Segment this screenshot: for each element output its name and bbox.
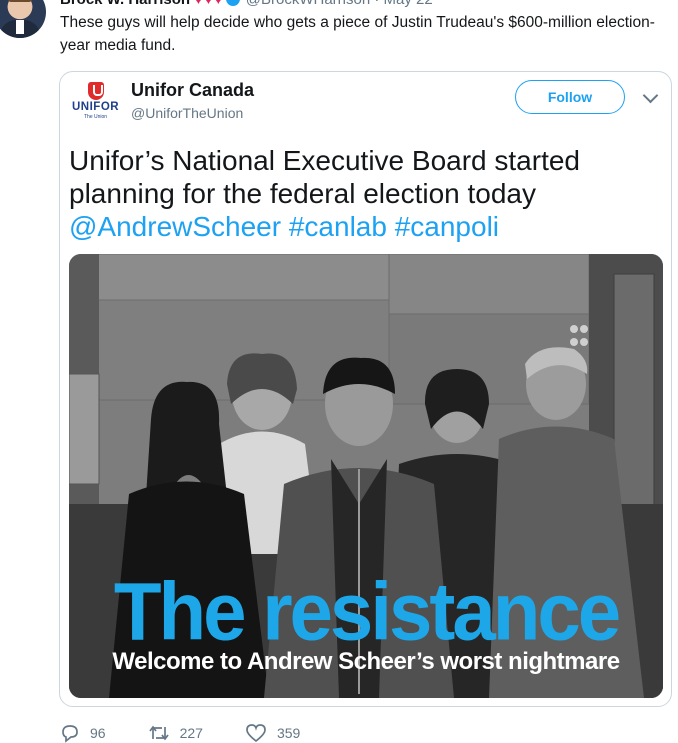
quoted-text-main: Unifor’s National Executive Board starte… [69, 145, 580, 209]
quoted-author-name[interactable]: Unifor Canada [131, 80, 254, 101]
retweet-icon [148, 725, 169, 741]
tweet-actions: 96 227 359 [60, 722, 342, 743]
tweet-page: Brock W. Harrison ♥♥♥ @BrockWHarrison · Ma… [0, 0, 678, 743]
photo-subline: Welcome to Andrew Scheer’s worst nightma… [112, 648, 620, 675]
photo-headline: The resistance [113, 564, 621, 658]
unifor-logo[interactable]: UNIFOR The Union [71, 82, 121, 122]
reply-icon [62, 725, 78, 743]
like-count: 359 [276, 725, 301, 741]
quoted-tweet-text: Unifor’s National Executive Board starte… [69, 144, 664, 243]
chevron-down-icon[interactable] [642, 87, 659, 104]
retweet-button[interactable]: 227 [148, 723, 203, 743]
like-button[interactable]: 359 [245, 723, 300, 743]
quoted-tweet-card[interactable]: UNIFOR The Union Unifor Canada @UniforTh… [59, 71, 672, 707]
reply-button[interactable]: 96 [60, 723, 106, 743]
logo-sub: The Union [84, 114, 108, 120]
verified-icon [225, 0, 240, 6]
author-handle[interactable]: @BrockWHarrison · May 22 [246, 0, 433, 8]
heart-emoji: ♥♥♥ [194, 0, 224, 8]
follow-button[interactable]: Follow [515, 80, 625, 114]
author-avatar[interactable] [0, 0, 46, 38]
retweet-count: 227 [179, 725, 203, 741]
reply-count: 96 [90, 725, 106, 741]
quoted-author-handle[interactable]: @UniforTheUnion [131, 105, 243, 121]
heart-icon [246, 724, 266, 743]
author-name[interactable]: Brock W. Harrison [60, 0, 190, 8]
quoted-text-tags[interactable]: @AndrewScheer #canlab #canpoli [69, 211, 499, 242]
outer-tweet-text: These guys will help decide who gets a p… [60, 14, 655, 54]
unifor-mark-icon [88, 82, 104, 100]
logo-word: UNIFOR [72, 101, 120, 113]
tweet-photo[interactable]: The resistance Welcome to Andrew Scheer’… [69, 254, 663, 698]
outer-tweet-header: Brock W. Harrison ♥♥♥ @BrockWHarrison · Ma… [60, 0, 433, 8]
